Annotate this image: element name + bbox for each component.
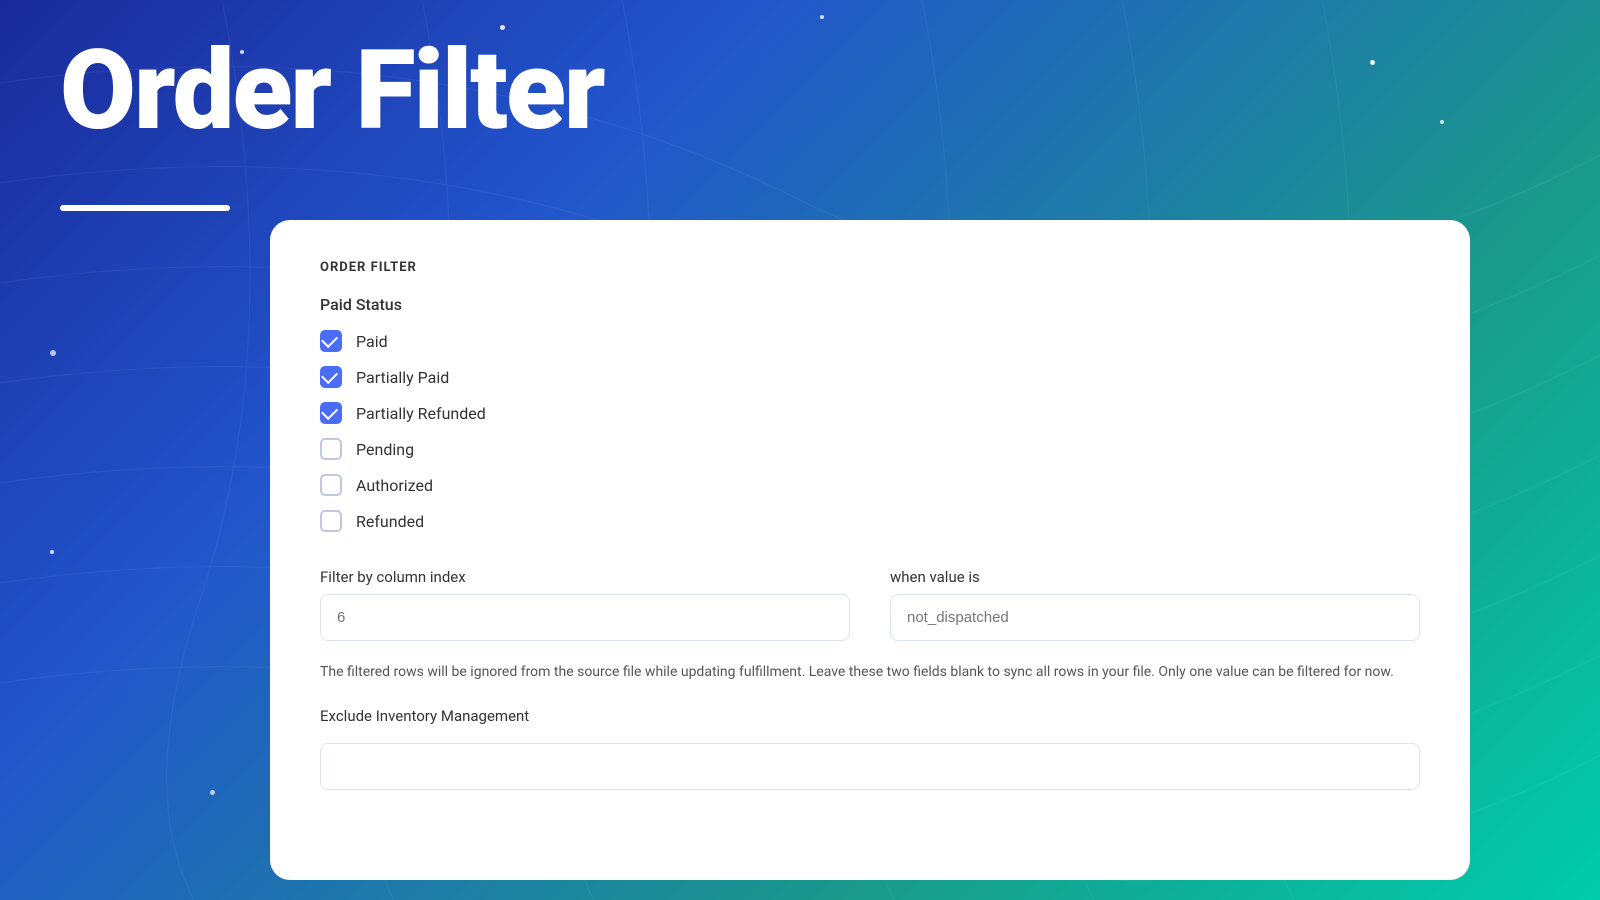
when-value-label: when value is	[890, 568, 1420, 586]
dot	[50, 550, 54, 554]
when-value-field: when value is	[890, 568, 1420, 641]
when-value-input[interactable]	[890, 594, 1420, 641]
checkbox-partially-refunded-box[interactable]	[320, 402, 342, 424]
filter-row: Filter by column index when value is	[320, 568, 1420, 641]
column-index-input[interactable]	[320, 594, 850, 641]
checkbox-authorized-label: Authorized	[356, 476, 433, 495]
title-underline	[60, 205, 230, 211]
column-index-label: Filter by column index	[320, 568, 850, 586]
checkbox-partially-paid-box[interactable]	[320, 366, 342, 388]
paid-status-label: Paid Status	[320, 295, 1420, 314]
checkbox-paid[interactable]: Paid	[320, 330, 1420, 352]
checkbox-partially-refunded[interactable]: Partially Refunded	[320, 402, 1420, 424]
section-title: ORDER FILTER	[320, 260, 1420, 275]
exclude-inventory-label: Exclude Inventory Management	[320, 707, 1420, 725]
checkbox-group: Paid Partially Paid Partially Refunded P…	[320, 330, 1420, 532]
checkbox-refunded-box[interactable]	[320, 510, 342, 532]
dot	[820, 15, 824, 19]
checkbox-pending-box[interactable]	[320, 438, 342, 460]
dot	[1440, 120, 1444, 124]
column-index-field: Filter by column index	[320, 568, 850, 641]
checkbox-pending-label: Pending	[356, 440, 414, 459]
dot	[50, 350, 56, 356]
checkbox-paid-box[interactable]	[320, 330, 342, 352]
checkbox-pending[interactable]: Pending	[320, 438, 1420, 460]
checkbox-authorized-box[interactable]	[320, 474, 342, 496]
checkbox-partially-refunded-label: Partially Refunded	[356, 404, 486, 423]
checkbox-partially-paid[interactable]: Partially Paid	[320, 366, 1420, 388]
dot	[210, 790, 215, 795]
page-title: Order Filter	[60, 30, 604, 151]
filter-card: ORDER FILTER Paid Status Paid Partially …	[270, 220, 1470, 880]
checkbox-partially-paid-label: Partially Paid	[356, 368, 449, 387]
checkbox-authorized[interactable]: Authorized	[320, 474, 1420, 496]
helper-text: The filtered rows will be ignored from t…	[320, 661, 1420, 683]
checkbox-refunded[interactable]: Refunded	[320, 510, 1420, 532]
dot	[1370, 60, 1375, 65]
exclude-inventory-input[interactable]	[320, 743, 1420, 790]
checkbox-paid-label: Paid	[356, 332, 388, 351]
checkbox-refunded-label: Refunded	[356, 512, 424, 531]
exclude-inventory-field: Exclude Inventory Management	[320, 707, 1420, 790]
